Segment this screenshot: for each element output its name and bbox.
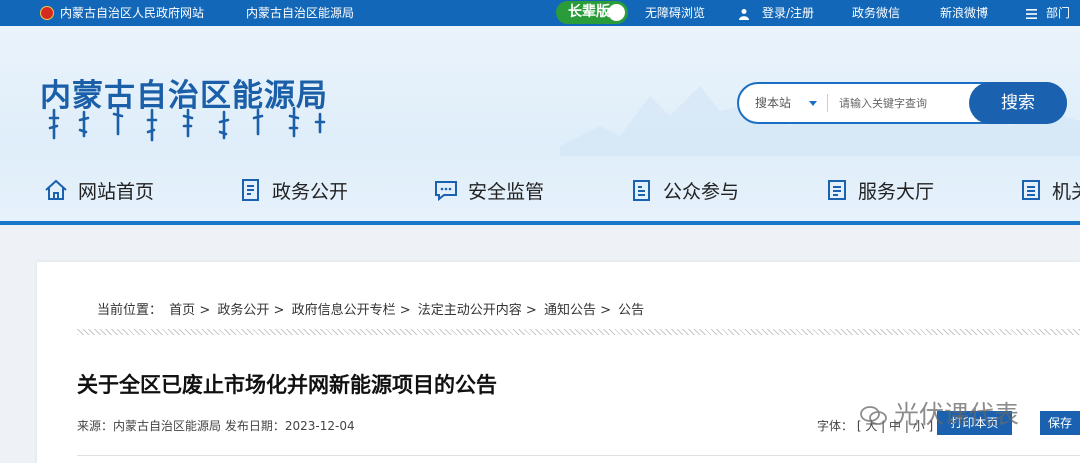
toggle-knob-icon — [608, 4, 625, 21]
article-title: 关于全区已废止市场化并网新能源项目的公告 — [77, 373, 497, 397]
search-input[interactable] — [839, 90, 969, 116]
dept-link[interactable]: 部门 — [1046, 0, 1070, 26]
main-nav: 网站首页 政务公开 安全监管 公众参与 服务大厅 机关 — [0, 170, 1080, 210]
home-icon — [45, 179, 67, 200]
source-value: 内蒙古自治区能源局 — [113, 419, 222, 433]
wechat-logo-icon — [860, 406, 887, 425]
building-icon — [1022, 180, 1040, 200]
bureau-site-link[interactable]: 内蒙古自治区能源局 — [246, 0, 354, 26]
breadcrumb-gov-affairs[interactable]: 政务公开 — [217, 303, 269, 318]
article-card: 当前位置： 首页 > 政务公开 > 政府信息公开专栏 > 法定主动公开内容 > … — [37, 262, 1080, 463]
menu-icon — [1026, 0, 1037, 26]
nav-item-label: 网站首页 — [78, 180, 155, 203]
wechat-link[interactable]: 政务微信 — [852, 0, 900, 26]
breadcrumb-separator: > — [199, 303, 211, 318]
breadcrumb-separator: > — [525, 303, 537, 318]
article-meta: 来源：内蒙古自治区能源局 发布日期：2023-12-04 — [77, 417, 355, 434]
chat-icon — [435, 181, 457, 201]
breadcrumb-label: 当前位置： — [97, 303, 163, 318]
nav-item-label: 机关 — [1052, 180, 1080, 203]
elder-mode-button[interactable]: 长辈版 — [556, 1, 628, 24]
save-button[interactable]: 保存 — [1040, 411, 1080, 435]
elder-mode-label: 长辈版 — [568, 4, 610, 20]
nav-item-home[interactable]: 网站首页 — [44, 170, 154, 210]
search-button[interactable]: 搜索 — [969, 82, 1067, 124]
nav-item-org[interactable]: 机关 — [1020, 170, 1080, 210]
source-label: 来源： — [77, 419, 114, 433]
breadcrumb: 当前位置： 首页 > 政务公开 > 政府信息公开专栏 > 法定主动公开内容 > … — [97, 299, 644, 318]
watermark-text: 光伏课代表 — [894, 400, 1020, 429]
breadcrumb-separator: > — [273, 303, 285, 318]
hatched-divider — [77, 329, 1080, 335]
breadcrumb-separator: > — [399, 303, 411, 318]
nav-item-safety[interactable]: 安全监管 — [434, 170, 544, 210]
breadcrumb-home[interactable]: 首页 — [169, 303, 195, 318]
nav-item-service[interactable]: 服务大厅 — [826, 170, 934, 210]
weibo-link[interactable]: 新浪微博 — [940, 0, 988, 26]
clipboard-icon — [633, 180, 650, 201]
national-emblem-icon — [40, 6, 54, 20]
breadcrumb-separator: > — [600, 303, 612, 318]
nav-underline — [0, 221, 1080, 225]
nav-item-label: 服务大厅 — [858, 180, 935, 203]
nav-item-public[interactable]: 公众参与 — [631, 170, 739, 210]
date-value: 2023-12-04 — [284, 419, 355, 433]
search-scope-select[interactable]: 搜本站 — [755, 84, 791, 122]
content-divider — [77, 455, 1080, 456]
search-divider — [827, 94, 828, 112]
top-bar: 内蒙古自治区人民政府网站 内蒙古自治区能源局 长辈版 无障碍浏览 登录/注册 政… — [0, 0, 1080, 26]
gov-site-link[interactable]: 内蒙古自治区人民政府网站 — [60, 0, 204, 26]
font-label: 字体： — [817, 419, 854, 433]
breadcrumb-info-column[interactable]: 政府信息公开专栏 — [292, 303, 396, 318]
site-header: 内蒙古自治区能源局 搜本站 搜索 网站首页 政务公开 — [0, 26, 1080, 221]
chevron-down-icon[interactable] — [809, 101, 817, 106]
nav-item-gov-affairs[interactable]: 政务公开 — [240, 170, 348, 210]
service-icon — [828, 180, 846, 200]
breadcrumb-statutory[interactable]: 法定主动公开内容 — [418, 303, 522, 318]
nav-item-label: 安全监管 — [468, 180, 545, 203]
accessible-link[interactable]: 无障碍浏览 — [645, 0, 705, 26]
search-box: 搜本站 搜索 — [737, 82, 1067, 124]
mongolian-script-logo — [48, 106, 326, 142]
login-link[interactable]: 登录/注册 — [762, 0, 814, 26]
user-icon — [738, 0, 750, 26]
date-label: 发布日期： — [224, 419, 285, 433]
breadcrumb-announcement[interactable]: 公告 — [618, 303, 644, 318]
nav-item-label: 公众参与 — [663, 180, 740, 203]
document-icon — [242, 179, 259, 201]
nav-item-label: 政务公开 — [272, 180, 349, 203]
watermark: 光伏课代表 — [860, 395, 1019, 431]
breadcrumb-notices[interactable]: 通知公告 — [544, 303, 596, 318]
